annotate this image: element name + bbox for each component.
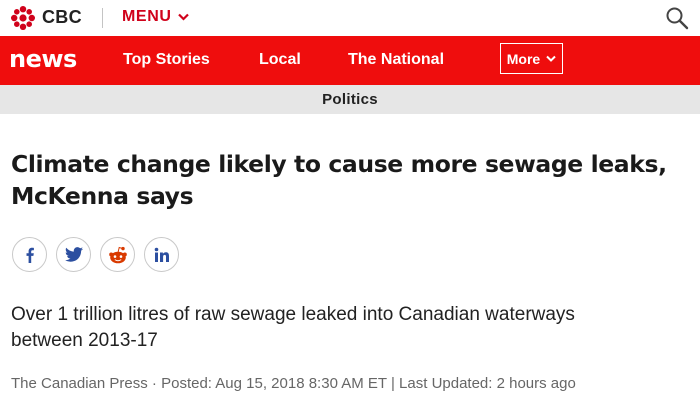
news-logo[interactable]: news [9,45,77,73]
twitter-share-button[interactable] [56,237,91,272]
top-header: CBC MENU [0,0,700,36]
brand-name[interactable]: CBC [42,7,82,28]
header-divider [102,8,103,28]
article-deck: Over 1 trillion litres of raw sewage lea… [11,304,575,351]
more-label: More [506,50,541,67]
news-navbar: news Top Stories Local The National More [0,36,700,85]
more-button[interactable]: More [500,43,563,74]
byline-source: The Canadian Press [11,375,148,392]
linkedin-icon [154,247,169,262]
cbc-gem-icon[interactable] [11,6,35,30]
linkedin-share-button[interactable] [144,237,179,272]
share-buttons [12,237,179,272]
reddit-icon [108,246,127,263]
menu-label: MENU [122,8,172,25]
twitter-icon [64,247,83,262]
byline-separator: · [147,375,162,392]
byline-updated: Last Updated: 2 hours ago [399,375,576,392]
nav-top-stories[interactable]: Top Stories [123,51,210,69]
facebook-icon [26,247,34,263]
section-bar: Politics [0,85,700,114]
article-byline: The Canadian Press · Posted: Aug 15, 201… [11,375,576,392]
reddit-share-button[interactable] [100,237,135,272]
byline-posted: Posted: Aug 15, 2018 8:30 AM ET [161,375,387,392]
search-icon[interactable] [665,6,689,30]
chevron-down-icon [177,13,189,21]
chevron-down-icon [546,55,556,62]
section-politics-link[interactable]: Politics [322,91,378,108]
byline-separator: | [386,375,400,392]
facebook-share-button[interactable] [12,237,47,272]
nav-local[interactable]: Local [259,51,301,69]
nav-the-national[interactable]: The National [348,51,444,69]
menu-button[interactable]: MENU [122,8,189,26]
article-headline: Climate change likely to cause more sewa… [11,150,667,210]
